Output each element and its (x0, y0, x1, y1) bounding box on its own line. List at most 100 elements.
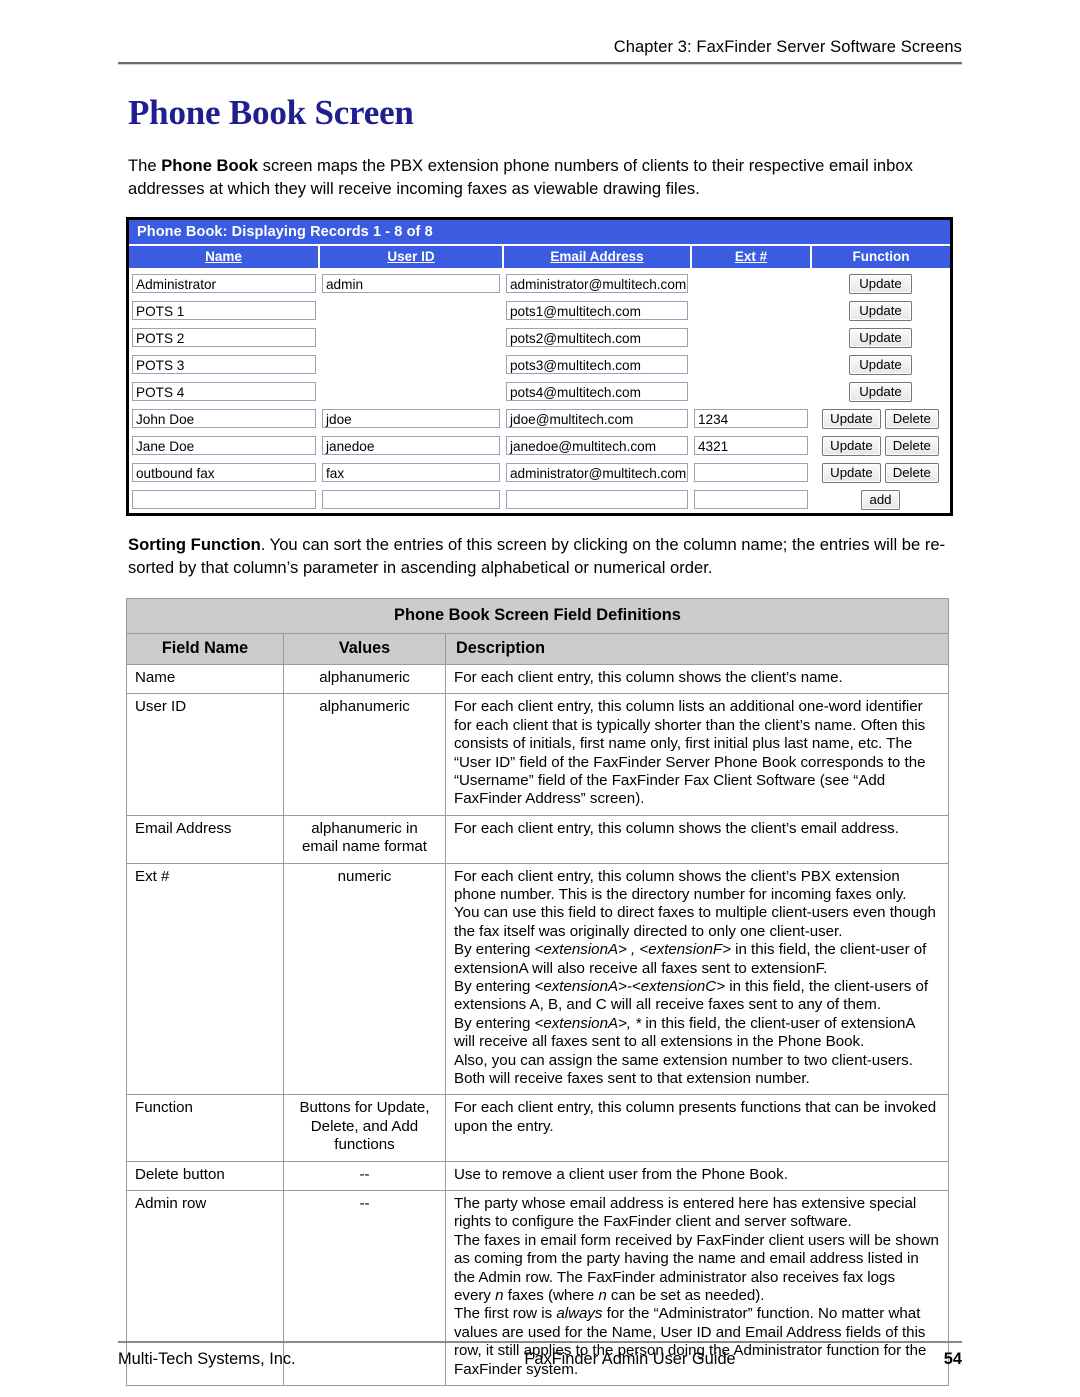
update-button[interactable]: Update (849, 300, 912, 321)
name-input[interactable]: outbound fax (132, 463, 316, 483)
update-button[interactable]: Update (849, 273, 912, 294)
cell-email: janedoe@multitech.com (503, 432, 691, 459)
name-input[interactable]: John Doe (132, 409, 316, 429)
cell-ext (691, 269, 811, 297)
name-input[interactable]: Administrator (132, 274, 316, 294)
cell-ext: 1234 (691, 405, 811, 432)
field-definitions-table: Phone Book Screen Field Definitions Fiel… (126, 597, 949, 1387)
footer-divider (118, 1341, 962, 1343)
delete-button[interactable]: Delete (884, 408, 939, 429)
user-id-input[interactable]: janedoe (322, 436, 500, 456)
defs-row-ext: Ext # numeric For each client entry, thi… (126, 862, 949, 1096)
email-input[interactable]: jdoe@multitech.com (506, 409, 688, 429)
defs-header-field-name: Field Name (126, 632, 284, 665)
email-input[interactable]: pots2@multitech.com (506, 328, 688, 348)
update-button[interactable]: Update (849, 354, 912, 375)
email-input[interactable]: pots3@multitech.com (506, 355, 688, 375)
update-button[interactable]: Update (822, 408, 881, 429)
table-row: POTS 2 pots2@multitech.com Update (129, 324, 950, 351)
defs-values: numeric (283, 862, 446, 1096)
phone-book-body: Administrator admin administrator@multit… (129, 269, 950, 513)
column-header-email-address[interactable]: Email Address (503, 246, 692, 271)
ext-input[interactable]: 1234 (694, 409, 808, 429)
user-id-input[interactable]: admin (322, 274, 500, 294)
cell-function: Update (811, 269, 950, 297)
delete-button[interactable]: Delete (884, 435, 939, 456)
cell-user-id: admin (319, 269, 503, 297)
email-input[interactable]: administrator@multitech.com (506, 274, 688, 294)
cell-name: Jane Doe (129, 432, 319, 459)
defs-description: For each client entry, this column prese… (445, 1094, 949, 1162)
delete-button[interactable]: Delete (884, 462, 939, 483)
cell-user-id: janedoe (319, 432, 503, 459)
defs-field: Function (126, 1094, 284, 1162)
defs-values: -- (283, 1160, 446, 1192)
defs-row-user-id: User ID alphanumeric For each client ent… (126, 693, 949, 816)
add-button[interactable]: add (861, 489, 900, 510)
defs-values: Buttons for Update, Delete, and Add func… (283, 1094, 446, 1162)
update-button[interactable]: Update (822, 435, 881, 456)
defs-values: alphanumeric (283, 693, 446, 816)
column-header-name[interactable]: Name (129, 246, 320, 271)
cell-ext (691, 297, 811, 324)
column-header-function: Function (811, 246, 950, 271)
cell-user-id (319, 324, 503, 351)
cell-name: outbound fax (129, 459, 319, 486)
header-divider (118, 62, 962, 65)
email-input[interactable]: administrator@multitech.com (506, 463, 688, 483)
cell-ext: 4321 (691, 432, 811, 459)
cell-email: administrator@multitech.com (503, 459, 691, 486)
intro-part1: The (128, 156, 162, 175)
ext-syntax-line-1: By entering <extensionA> , <extensionF> … (454, 941, 927, 959)
cell-ext (691, 351, 811, 378)
cell-name: POTS 1 (129, 297, 319, 324)
defs-field: Email Address (126, 814, 284, 864)
cell-user-id (319, 351, 503, 378)
table-row: Jane Doe janedoe janedoe@multitech.com 4… (129, 432, 950, 459)
email-input[interactable]: pots4@multitech.com (506, 382, 688, 402)
cell-user-id (319, 486, 503, 513)
name-input[interactable]: POTS 4 (132, 382, 316, 402)
column-header-ext[interactable]: Ext # (691, 246, 812, 271)
table-row: Administrator admin administrator@multit… (129, 269, 950, 297)
cell-function: add (811, 486, 950, 513)
email-input[interactable]: pots1@multitech.com (506, 301, 688, 321)
defs-row-email-address: Email Address alphanumeric in email name… (126, 814, 949, 864)
defs-row-name: Name alphanumeric For each client entry,… (126, 663, 949, 695)
name-input[interactable]: POTS 2 (132, 328, 316, 348)
cell-function: Update Delete (811, 432, 950, 459)
user-id-input[interactable]: jdoe (322, 409, 500, 429)
new-email-input[interactable] (506, 490, 688, 510)
update-button[interactable]: Update (849, 381, 912, 402)
new-ext-input[interactable] (694, 490, 808, 510)
phone-book-header-row: Name User ID Email Address Ext # Functio… (129, 246, 950, 271)
new-user-id-input[interactable] (322, 490, 500, 510)
name-input[interactable]: Jane Doe (132, 436, 316, 456)
cell-function: Update (811, 324, 950, 351)
defs-values: alphanumeric (283, 663, 446, 695)
defs-description: For each client entry, this column lists… (445, 693, 949, 816)
email-input[interactable]: janedoe@multitech.com (506, 436, 688, 456)
cell-ext (691, 324, 811, 351)
intro-paragraph: The Phone Book screen maps the PBX exten… (128, 155, 958, 200)
ext-input[interactable] (694, 463, 808, 483)
page-title: Phone Book Screen (128, 93, 414, 132)
name-input[interactable]: POTS 3 (132, 355, 316, 375)
table-row: outbound fax fax administrator@multitech… (129, 459, 950, 486)
cell-email: pots2@multitech.com (503, 324, 691, 351)
footer-guide-title: FaxFinder Admin User Guide (524, 1350, 736, 1368)
footer-company: Multi-Tech Systems, Inc. (118, 1350, 296, 1368)
defs-row-function: Function Buttons for Update, Delete, and… (126, 1094, 949, 1162)
cell-ext (691, 486, 811, 513)
ext-syntax-line-3: By entering <extensionA>, * in this fiel… (454, 1014, 916, 1032)
update-button[interactable]: Update (849, 327, 912, 348)
document-page: Chapter 3: FaxFinder Server Software Scr… (0, 0, 1080, 1397)
name-input[interactable]: POTS 1 (132, 301, 316, 321)
running-header: Chapter 3: FaxFinder Server Software Scr… (118, 0, 962, 57)
app-titlebar: Phone Book: Displaying Records 1 - 8 of … (129, 220, 950, 247)
column-header-user-id[interactable]: User ID (319, 246, 504, 271)
new-name-input[interactable] (132, 490, 316, 510)
ext-input[interactable]: 4321 (694, 436, 808, 456)
update-button[interactable]: Update (822, 462, 881, 483)
user-id-input[interactable]: fax (322, 463, 500, 483)
